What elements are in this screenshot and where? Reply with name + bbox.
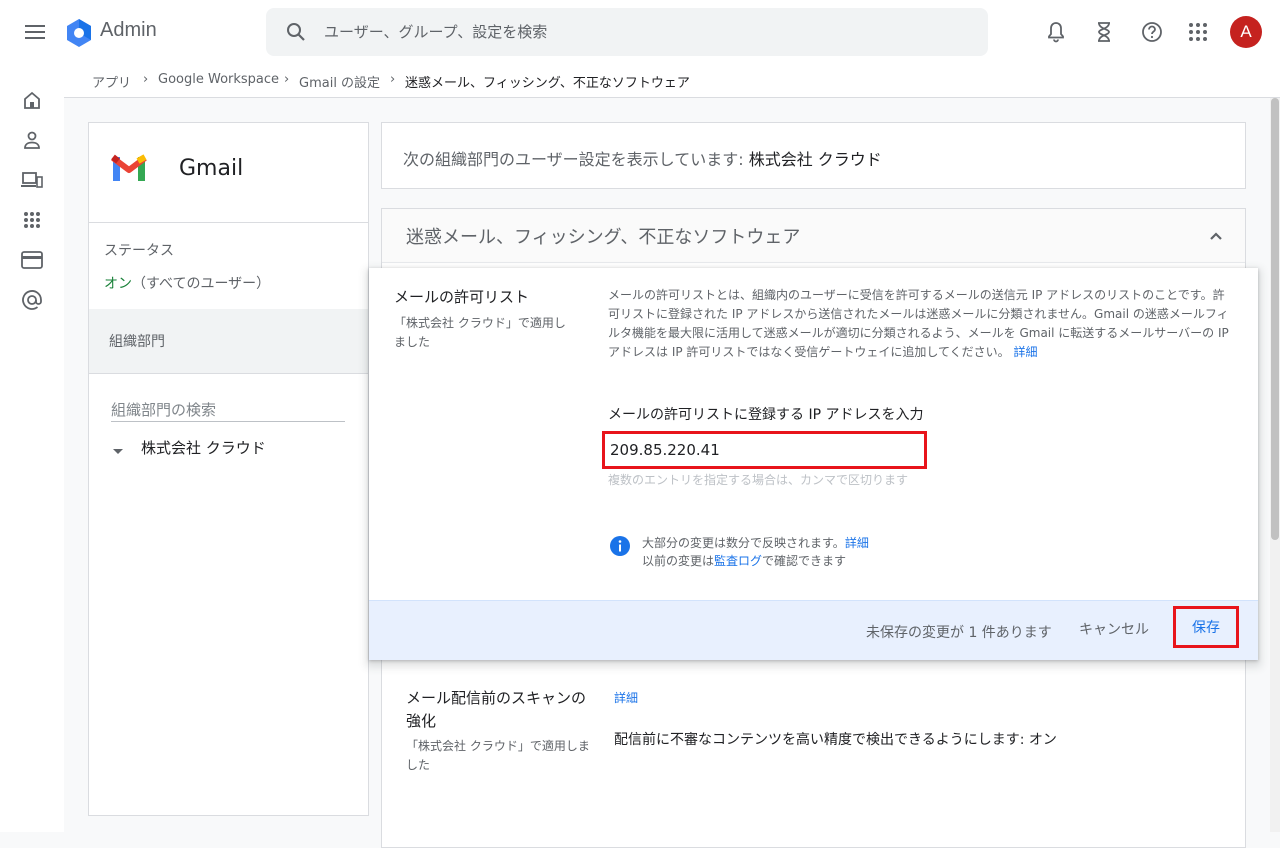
scan-setting-details-link[interactable]: 詳細 [614,689,638,706]
top-app-bar: Admin A [0,0,1280,64]
description-text: メールの許可リストとは、組織内のユーザーに受信を許可するメールの送信元 IP ア… [608,288,1229,359]
org-unit-tree-item[interactable]: 株式会社 クラウド [141,437,266,458]
navigation-rail [0,64,64,832]
status-value[interactable]: オン（すべてのユーザー） [104,273,270,293]
status-on: オン [104,276,132,292]
search-input[interactable] [324,8,974,56]
scrollbar-thumb[interactable] [1271,98,1279,540]
help-icon[interactable] [1140,20,1164,44]
breadcrumb-apps[interactable]: アプリ [92,72,131,91]
billing-card-icon[interactable] [20,248,44,272]
info-line-1-text: 大部分の変更は数分で反映されます。 [642,536,845,550]
info-line-2: 以前の変更は監査ログで確認できます [642,552,846,569]
user-icon[interactable] [20,128,44,152]
setting-title: メールの許可リスト [394,288,530,306]
applied-line-2: ました [394,335,431,349]
ip-address-input[interactable] [602,431,927,469]
ip-field-hint: 複数のエントリを指定する場合は、カンマで区切ります [608,473,909,487]
org-unit-info-text: 次の組織部門のユーザー設定を表示しています: 株式会社 クラウド [403,146,882,170]
save-button[interactable]: 保存 [1173,606,1239,648]
divider [89,373,368,374]
breadcrumb-separator-icon: › [143,72,149,87]
setting-applied-note: 「株式会社 クラウド」で適用し ました [394,314,589,352]
apps-grid-icon[interactable] [1186,20,1210,44]
info-line-2-prefix: 以前の変更は [642,554,715,568]
status-scope: （すべてのユーザー） [132,276,271,292]
gmail-logo-icon [111,153,147,183]
search-bar[interactable] [266,8,988,56]
allowlist-edit-panel: メールの許可リスト 「株式会社 クラウド」で適用し ました メールの許可リストとは… [369,268,1258,660]
unsaved-changes-text: 未保存の変更が 1 件あります [866,625,1052,641]
breadcrumb-current: 迷惑メール、フィッシング、不正なソフトウェア [405,76,690,91]
org-unit-header-label: 組織部門 [109,334,165,350]
scan-setting-applied: 「株式会社 クラウド」で適用しました [406,739,590,772]
applied-line-1: 「株式会社 クラウド」で適用し [394,316,566,330]
app-title[interactable]: Admin [100,19,157,42]
hourglass-icon[interactable] [1092,20,1116,44]
info-line-1: 大部分の変更は数分で反映されます。詳細 [642,534,869,551]
divider [89,222,368,223]
breadcrumb-gmail-settings[interactable]: Gmail の設定 [299,72,380,91]
section-title: 迷惑メール、フィッシング、不正なソフトウェア [406,227,801,248]
at-sign-icon[interactable] [20,288,44,312]
search-icon[interactable] [284,20,308,44]
org-unit-info-bar: 次の組織部門のユーザー設定を表示しています: 株式会社 クラウド [381,122,1246,189]
apps-icon[interactable] [20,208,44,232]
section-header[interactable]: 迷惑メール、フィッシング、不正なソフトウェア [382,209,1245,263]
devices-icon[interactable] [20,168,44,192]
home-icon[interactable] [20,88,44,112]
menu-icon[interactable] [22,20,48,44]
caret-down-icon[interactable] [113,441,123,454]
breadcrumb: アプリ › Google Workspace › Gmail の設定 › 迷惑メ… [64,64,1280,98]
org-unit-search-input[interactable] [111,398,345,422]
info-org-name: 株式会社 クラウド [748,150,882,169]
scan-setting-title: メール配信前のスキャンの強化 [406,689,587,730]
account-avatar[interactable]: A [1230,16,1262,48]
status-label: ステータス [104,243,174,259]
info-icon [609,535,631,557]
app-summary-card: Gmail ステータス オン（すべてのユーザー） 組織部門 株式会社 クラウド [88,122,369,816]
breadcrumb-google-workspace[interactable]: Google Workspace [158,72,279,87]
info-line-2-suffix: で確認できます [762,554,847,568]
cancel-button[interactable]: キャンセル [1069,614,1159,644]
setting-description: メールの許可リストとは、組織内のユーザーに受信を許可するメールの送信元 IP ア… [608,286,1236,362]
scan-setting-value[interactable]: 配信前に不審なコンテンツを高い精度で検出できるようにします: オン [614,729,1057,749]
breadcrumb-separator-icon: › [284,72,290,87]
admin-logo-icon[interactable] [64,18,94,48]
unsaved-changes-footer: 未保存の変更が 1 件あります キャンセル 保存 [369,600,1258,660]
breadcrumb-separator-icon: › [390,72,396,87]
org-unit-header: 組織部門 [89,309,368,373]
description-details-link[interactable]: 詳細 [1014,345,1038,359]
ip-field-label: メールの許可リストに登録する IP アドレスを入力 [608,407,924,423]
notifications-bell-icon[interactable] [1044,20,1068,44]
chevron-up-icon[interactable] [1206,226,1226,246]
info-details-link[interactable]: 詳細 [845,536,869,550]
audit-log-link[interactable]: 監査ログ [714,554,762,568]
info-prefix: 次の組織部門のユーザー設定を表示しています: [403,150,749,169]
app-name: Gmail [179,156,244,181]
